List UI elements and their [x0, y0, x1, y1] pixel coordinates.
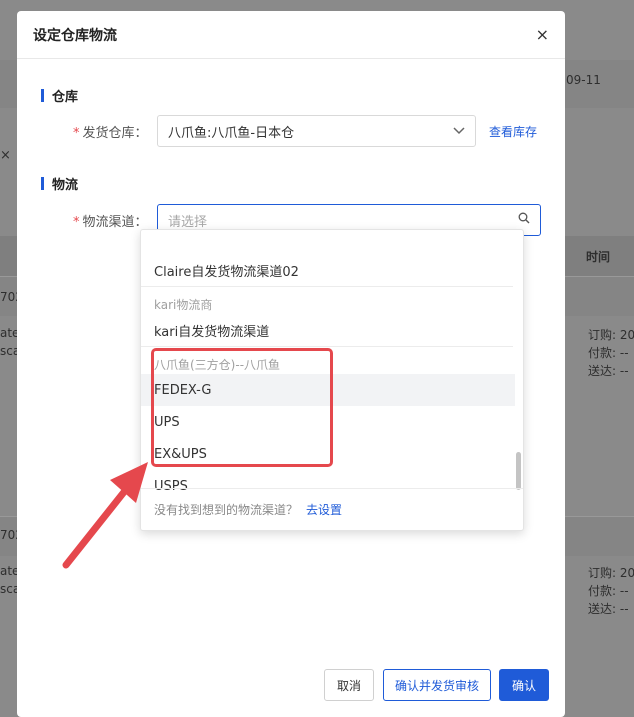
annotation-arrow-icon — [62, 462, 148, 569]
